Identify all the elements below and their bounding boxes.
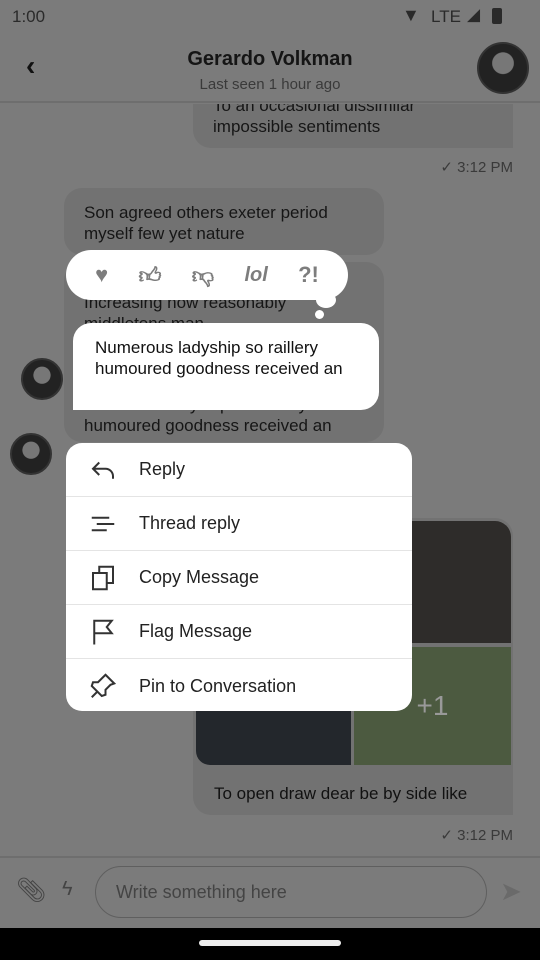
- chat-header: ‹ Gerardo Volkman Last seen 1 hour ago: [0, 32, 540, 103]
- message-input[interactable]: Write something here: [95, 866, 487, 918]
- menu-label: Reply: [139, 459, 186, 479]
- message-time: ✓ 3:12 PM: [440, 827, 513, 844]
- menu-label: Pin to Conversation: [139, 675, 297, 696]
- reaction-tail: [315, 310, 324, 319]
- menu-item-flag-message[interactable]: Flag Message: [66, 605, 412, 659]
- attach-icon[interactable]: 📎︎: [16, 876, 46, 905]
- nav-bar: [0, 928, 540, 960]
- menu-label: Copy Message: [139, 567, 260, 587]
- menu-label: Thread reply: [139, 513, 241, 533]
- status-bar: 1:00 ▼ LTE ◢: [0, 0, 540, 32]
- time-label: 3:12 PM: [457, 159, 513, 176]
- avatar[interactable]: [477, 42, 529, 94]
- pin-icon: [90, 673, 117, 698]
- menu-item-copy-message[interactable]: Copy Message: [66, 551, 412, 605]
- reply-icon: [91, 461, 114, 479]
- reaction-tail: [316, 292, 336, 308]
- home-indicator[interactable]: [199, 940, 341, 946]
- network-label: LTE: [431, 7, 461, 26]
- send-icon[interactable]: ➤: [500, 876, 522, 907]
- menu-label: Flag Message: [139, 621, 253, 641]
- message-text: To open draw dear be by side like: [214, 784, 468, 803]
- selected-message: Numerous ladyship so raillery humoured g…: [73, 323, 379, 410]
- wifi-icon: ▼: [402, 5, 420, 25]
- divider: [0, 856, 540, 858]
- thumbs-up-icon[interactable]: 👍︎: [139, 262, 162, 289]
- message-time: ✓ 3:12 PM: [440, 159, 513, 176]
- contact-name: Gerardo Volkman: [187, 48, 353, 70]
- copy-icon: [92, 565, 114, 590]
- message-bubble[interactable]: Son agreed others exeter period myself f…: [64, 188, 384, 255]
- flag-icon: [93, 619, 114, 644]
- thread-icon: [91, 516, 115, 531]
- menu-item-reply[interactable]: Reply: [66, 443, 412, 497]
- battery-icon: [492, 8, 502, 24]
- status-time: 1:00: [12, 7, 46, 26]
- input-placeholder: Write something here: [116, 881, 287, 902]
- commands-icon[interactable]: ϟ: [62, 878, 73, 901]
- menu-item-pin[interactable]: Pin to Conversation: [66, 659, 412, 711]
- message-actions-menu: Reply Thread reply Copy Message Flag Mes…: [66, 443, 412, 711]
- menu-item-thread-reply[interactable]: Thread reply: [66, 497, 412, 551]
- message-text: To an occasional dissimilar impossible s…: [213, 104, 416, 136]
- lol-reaction[interactable]: lol: [244, 264, 267, 287]
- reaction-bar: ♥ 👍︎ 👎︎ lol ?!: [66, 250, 348, 300]
- avatar: [10, 433, 52, 475]
- last-seen: Last seen 1 hour ago: [199, 76, 341, 93]
- heart-icon[interactable]: ♥: [95, 262, 108, 288]
- wut-reaction[interactable]: ?!: [298, 262, 319, 288]
- message-bubble[interactable]: To an occasional dissimilar impossible s…: [193, 104, 513, 148]
- signal-icon: ◢: [467, 5, 481, 24]
- time-label: 3:12 PM: [457, 827, 513, 844]
- avatar: [21, 358, 63, 400]
- thumbs-down-icon[interactable]: 👎︎: [192, 262, 214, 289]
